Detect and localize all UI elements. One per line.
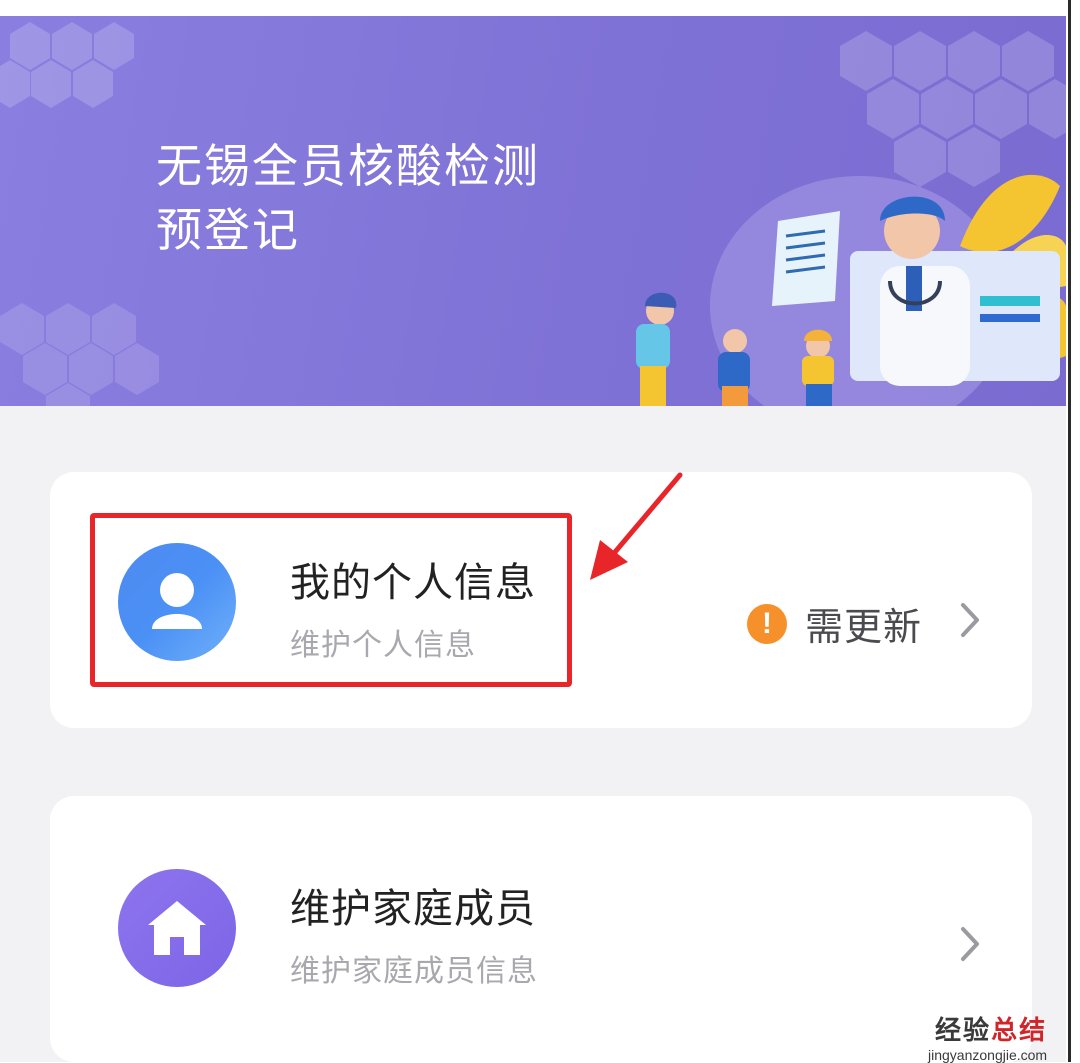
family-members-card[interactable]: 维护家庭成员 维护家庭成员信息	[50, 796, 1032, 1062]
watermark: 经验总结 jingyanzongjie.com	[928, 1010, 1047, 1063]
status-label: 需更新	[805, 605, 923, 649]
banner: 无锡全员核酸检测 预登记	[0, 16, 1066, 406]
highlight-box	[90, 513, 572, 687]
chevron-right-icon	[961, 927, 979, 961]
watermark-url: jingyanzongjie.com	[928, 1047, 1048, 1063]
update-status: ! 需更新	[747, 596, 922, 651]
watermark-logo: 经验总结	[935, 1016, 1048, 1046]
banner-title-line2: 预登记	[156, 203, 300, 257]
screen-edge	[1066, 0, 1080, 1062]
card-subtitle: 维护家庭成员信息	[290, 954, 538, 989]
exclamation-icon: !	[747, 603, 787, 644]
banner-title: 无锡全员核酸检测 预登记	[156, 134, 540, 262]
card-title: 维护家庭成员	[290, 886, 536, 932]
house-icon	[118, 869, 236, 987]
arrow-annotation-icon	[590, 472, 683, 580]
chevron-right-icon	[961, 603, 979, 637]
banner-title-line1: 无锡全员核酸检测	[156, 139, 540, 193]
